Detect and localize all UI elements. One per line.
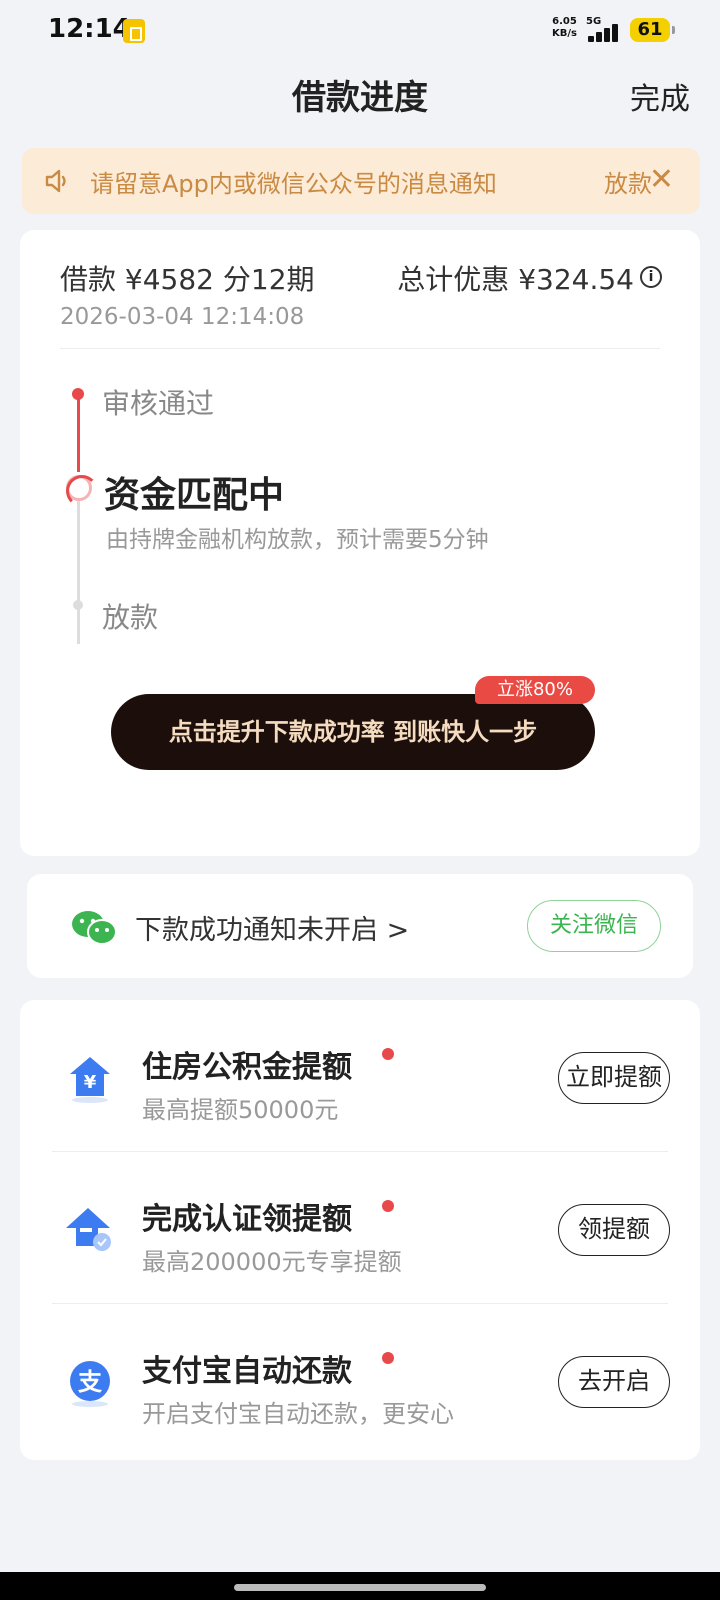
network-speed-value: 6.05 <box>552 16 577 27</box>
wechat-notify-text[interactable]: 下款成功通知未开启 > <box>135 908 409 947</box>
new-dot-badge <box>382 1048 394 1060</box>
svg-text:支: 支 <box>78 1368 103 1396</box>
page-title: 借款进度 <box>292 78 428 118</box>
list-item[interactable]: ¥ 住房公积金提额 最高提额50000元 立即提额 <box>20 1000 700 1152</box>
boost-success-button[interactable]: 点击提升下款成功率 到账快人一步 <box>111 694 595 770</box>
svg-text:¥: ¥ <box>84 1072 97 1093</box>
timeline-step-matching: 资金匹配中 <box>104 475 285 516</box>
status-bar: 12:14 6.05 KB/s 5G 61 <box>0 0 720 64</box>
list-item[interactable]: 支 支付宝自动还款 开启支付宝自动还款，更安心 去开启 <box>20 1304 700 1456</box>
list-item[interactable]: 完成认证领提额 最高200000元专享提额 领提额 <box>20 1152 700 1304</box>
divider <box>60 348 660 349</box>
item-subtitle: 最高200000元专享提额 <box>142 1248 402 1276</box>
arrow-up-verified-icon <box>66 1208 111 1251</box>
house-yuan-icon: ¥ <box>70 1057 110 1103</box>
loan-amount: 借款 ¥4582 分12期 <box>60 263 315 296</box>
timeline-dot-pending <box>73 600 83 610</box>
home-indicator[interactable] <box>234 1584 486 1591</box>
item-subtitle: 最高提额50000元 <box>142 1096 339 1124</box>
timeline-step-disburse: 放款 <box>102 601 159 634</box>
new-dot-badge <box>382 1352 394 1364</box>
loan-progress-card: 借款 ¥4582 分12期 总计优惠 ¥324.54 i 2026-03-04 … <box>20 230 700 856</box>
item-subtitle: 开启支付宝自动还款，更安心 <box>142 1400 454 1428</box>
item-title: 完成认证领提额 <box>142 1202 352 1237</box>
loading-ring-icon <box>66 475 98 507</box>
timeline-step-approved: 审核通过 <box>102 387 215 420</box>
status-time: 12:14 <box>48 14 131 44</box>
raise-limit-button[interactable]: 立即提额 <box>558 1052 670 1104</box>
notice-banner: 请留意App内或微信公众号的消息通知 放款 ✕ <box>22 148 700 214</box>
notice-text: 请留意App内或微信公众号的消息通知 <box>90 170 497 198</box>
info-icon[interactable]: i <box>640 266 662 288</box>
new-dot-badge <box>382 1200 394 1212</box>
item-title: 住房公积金提额 <box>142 1050 352 1085</box>
enable-autopay-button[interactable]: 去开启 <box>558 1356 670 1408</box>
network-speed-unit: KB/s <box>552 28 577 39</box>
wechat-notify-card[interactable]: 下款成功通知未开启 > 关注微信 <box>27 874 693 978</box>
battery-icon: 61 <box>630 18 675 42</box>
close-icon[interactable]: ✕ <box>649 162 674 197</box>
speaker-icon <box>45 169 66 193</box>
network-speed: 6.05 KB/s <box>552 16 577 40</box>
signal-icon <box>588 24 622 42</box>
wechat-icon <box>72 911 117 945</box>
battery-saver-icon <box>123 19 145 43</box>
loan-discount: 总计优惠 ¥324.54 <box>397 263 634 296</box>
boost-badge: 立涨80% <box>475 676 595 704</box>
offer-list-card: ¥ 住房公积金提额 最高提额50000元 立即提额 完成认证领提额 最高2000… <box>20 1000 700 1460</box>
loan-timestamp: 2026-03-04 12:14:08 <box>60 304 305 330</box>
follow-wechat-button[interactable]: 关注微信 <box>527 900 661 952</box>
timeline-dot-done <box>72 388 84 400</box>
done-button[interactable]: 完成 <box>630 74 690 118</box>
item-title: 支付宝自动还款 <box>142 1354 352 1389</box>
timeline-line-done <box>77 396 80 472</box>
alipay-icon: 支 <box>70 1361 110 1407</box>
timeline-line-pending <box>77 496 80 644</box>
claim-limit-button[interactable]: 领提额 <box>558 1204 670 1256</box>
timeline-step-matching-desc: 由持牌金融机构放款，预计需要5分钟 <box>106 527 489 553</box>
